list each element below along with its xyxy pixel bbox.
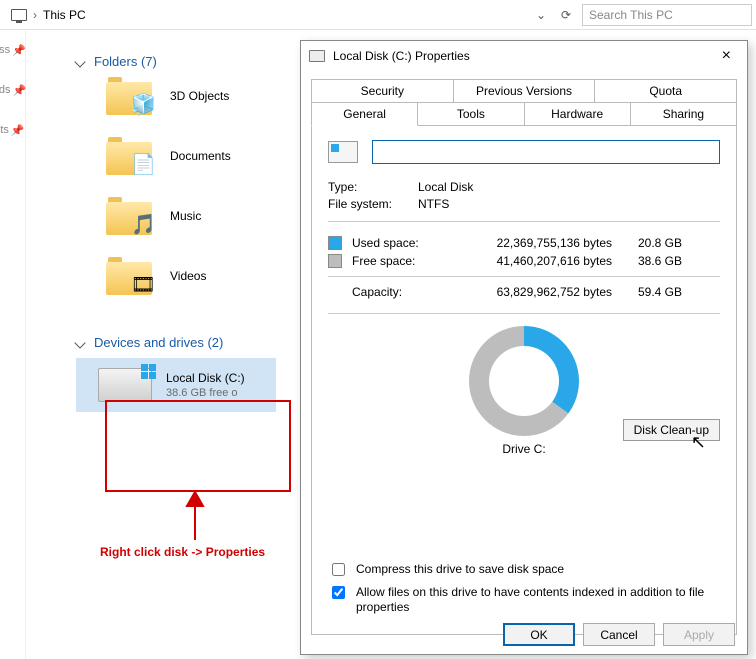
folder-icon: 📄 [106,137,152,175]
tab-previous-versions[interactable]: Previous Versions [453,79,596,103]
tab-quota[interactable]: Quota [594,79,737,103]
compress-checkbox-row[interactable]: Compress this drive to save disk space [328,562,720,579]
tab-tools[interactable]: Tools [417,103,524,126]
filesystem-label: File system: [328,197,418,211]
address-bar: › This PC ⌄ ⟳ Search This PC [0,0,756,30]
capacity-label: Capacity: [352,285,442,299]
index-checkbox-row[interactable]: Allow files on this drive to have conten… [328,585,720,616]
used-label: Used space: [352,236,442,250]
navigation-pane: ss📌 ds📌 ts📌 [0,30,26,659]
drive-name: Local Disk (C:) [166,371,245,385]
breadcrumb[interactable]: › This PC [4,7,530,23]
used-bytes: 22,369,755,136 bytes [442,236,612,250]
drive-local-c[interactable]: Local Disk (C:) 38.6 GB free o [76,358,276,412]
compress-label: Compress this drive to save disk space [356,562,564,578]
pin-icon: 📌 [11,124,25,137]
type-label: Type: [328,180,418,194]
filesystem-value: NTFS [418,197,720,211]
folder-icon: 🎵 [106,197,152,235]
compress-checkbox[interactable] [332,563,345,576]
pin-icon: 📌 [12,84,26,97]
pie-drive-label: Drive C: [328,442,720,456]
pin-icon: 📌 [12,44,26,57]
ok-button[interactable]: OK [503,623,575,646]
titlebar: Local Disk (C:) Properties × [301,41,747,71]
chevron-down-icon[interactable]: ⌄ [536,8,550,22]
usage-section: Used space: 22,369,755,136 bytes 20.8 GB… [328,221,720,314]
apply-button[interactable]: Apply [663,623,735,646]
annotation-text: Right click disk -> Properties [100,545,265,559]
free-gb: 38.6 GB [612,254,682,268]
refresh-icon[interactable]: ⟳ [556,8,576,22]
type-value: Local Disk [418,180,720,194]
drive-icon [328,141,358,163]
free-bytes: 41,460,207,616 bytes [442,254,612,268]
capacity-gb: 59.4 GB [612,285,682,299]
drive-icon [98,368,152,402]
free-swatch-icon [328,254,342,268]
tab-security[interactable]: Security [311,79,454,103]
used-gb: 20.8 GB [612,236,682,250]
properties-dialog: Local Disk (C:) Properties × Security Pr… [300,40,748,655]
windows-logo-icon [141,364,156,379]
tab-panel-general: Type:Local Disk File system:NTFS Used sp… [311,125,737,635]
folder-icon: 🎞 [106,257,152,295]
tab-sharing[interactable]: Sharing [630,103,737,126]
usage-pie-chart [469,326,579,436]
quickaccess-item[interactable]: ss📌 [0,30,25,70]
search-placeholder: Search This PC [589,8,673,22]
location-text: This PC [43,8,86,22]
search-input[interactable]: Search This PC [582,4,752,26]
tab-general[interactable]: General [311,103,418,126]
used-swatch-icon [328,236,342,250]
dialog-title: Local Disk (C:) Properties [333,49,470,63]
index-label: Allow files on this drive to have conten… [356,585,720,616]
chevron-down-icon [74,56,85,67]
close-button[interactable]: × [714,47,739,65]
quickaccess-item[interactable]: ts📌 [0,110,25,150]
folder-icon: 🧊 [106,77,152,115]
quickaccess-item[interactable]: ds📌 [0,70,25,110]
free-label: Free space: [352,254,442,268]
tab-hardware[interactable]: Hardware [524,103,631,126]
this-pc-icon [11,9,27,21]
drive-freespace: 38.6 GB free o [166,387,245,399]
drive-icon [309,50,325,62]
capacity-bytes: 63,829,962,752 bytes [442,285,612,299]
chevron-down-icon [74,337,85,348]
drive-name-input[interactable] [372,140,720,164]
cancel-button[interactable]: Cancel [583,623,655,646]
chevron-right-icon: › [33,8,37,22]
index-checkbox[interactable] [332,586,345,599]
disk-cleanup-button[interactable]: Disk Clean-up [623,419,720,441]
